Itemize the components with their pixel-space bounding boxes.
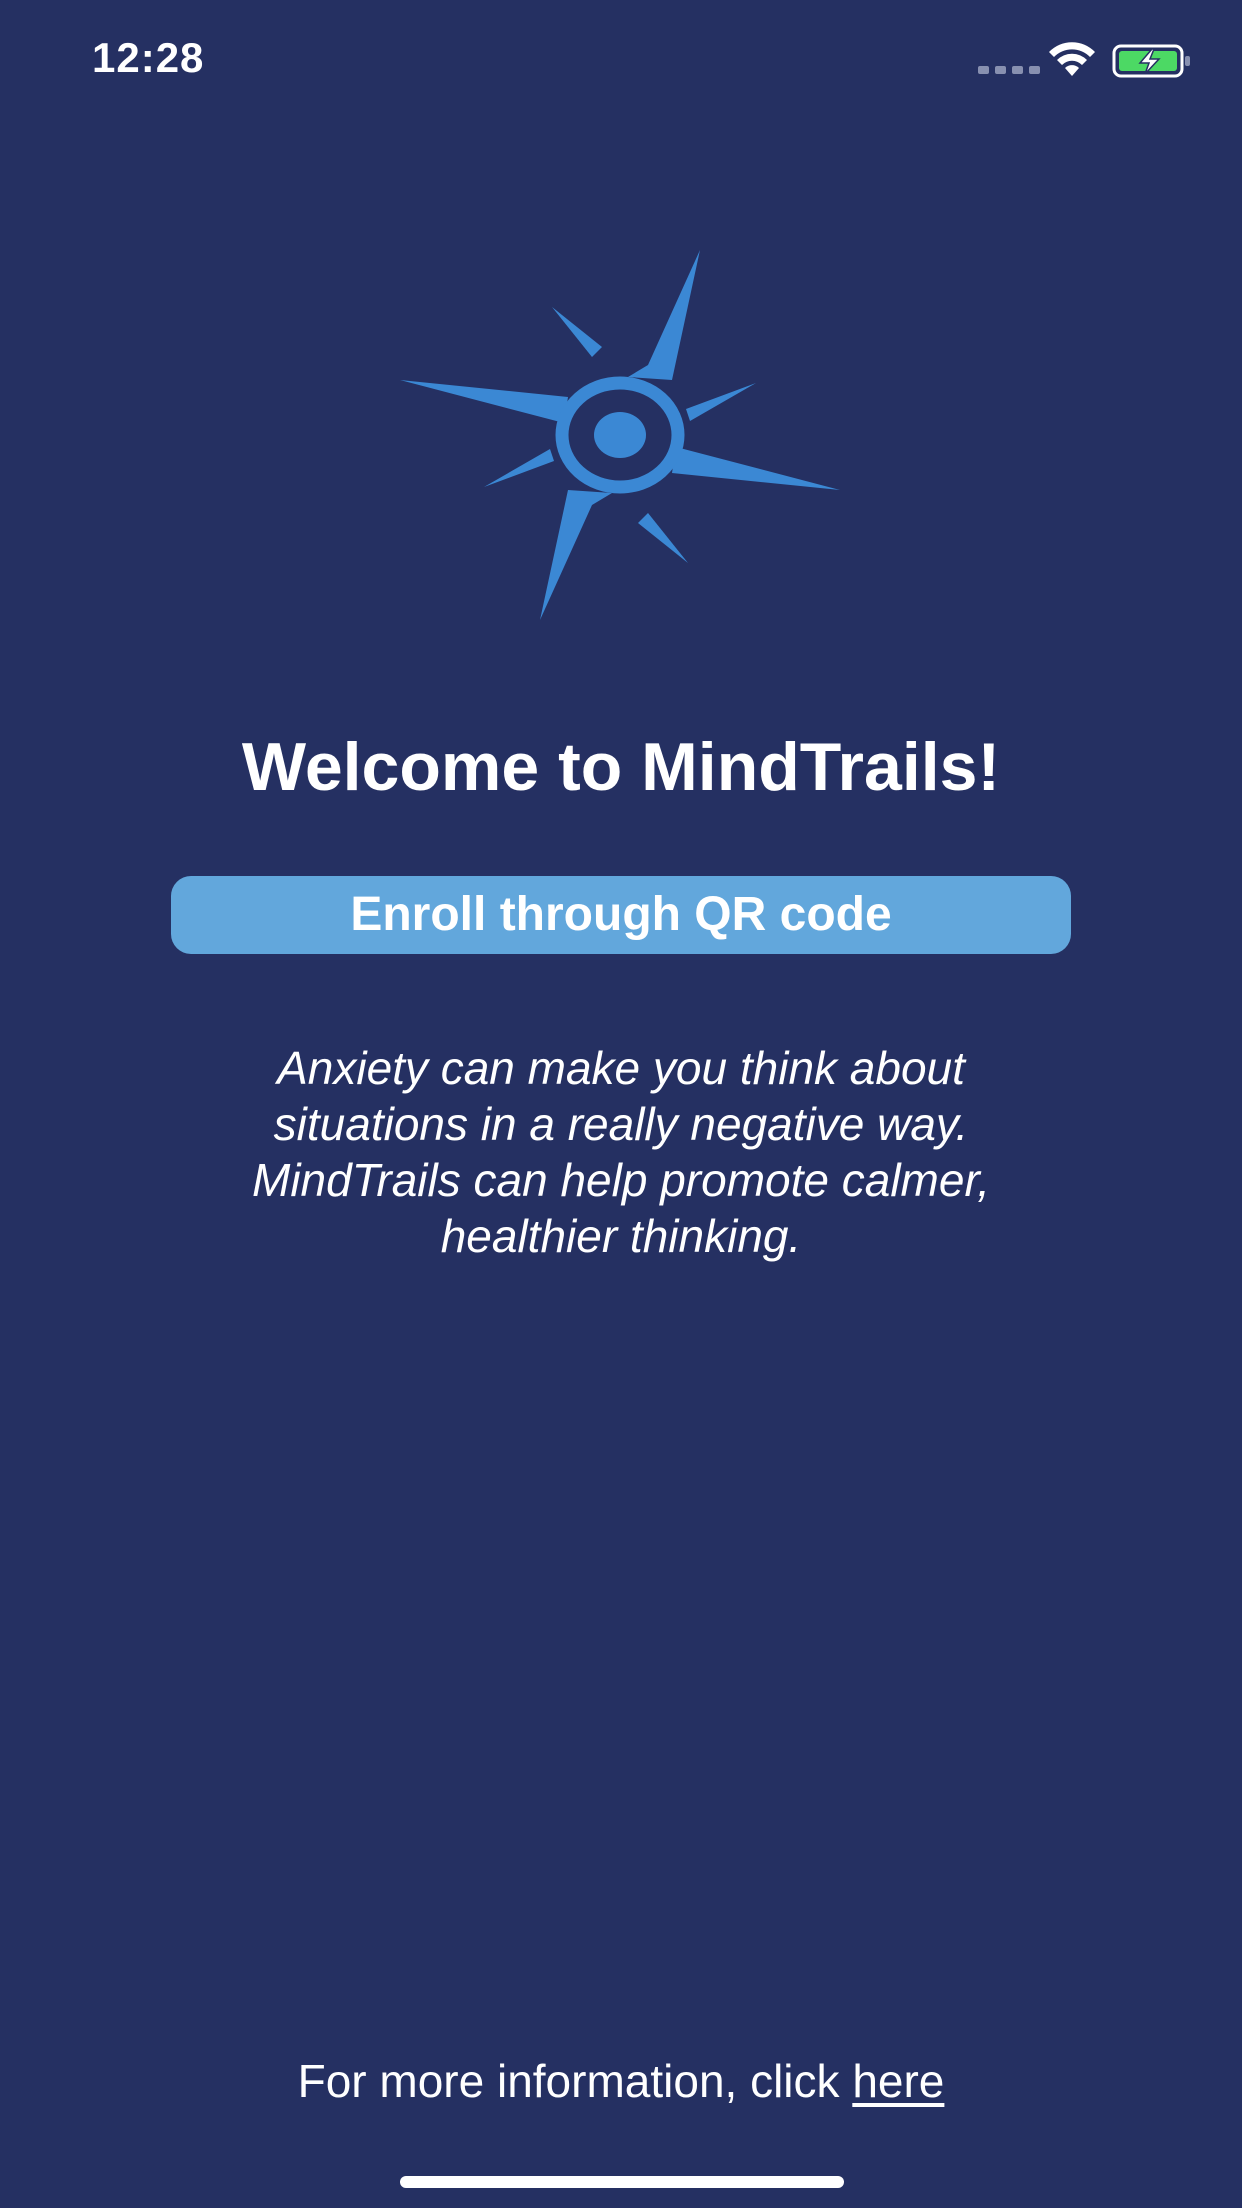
intro-description: Anxiety can make you think about situati… (100, 1040, 1142, 1264)
status-bar: 12:28 (0, 0, 1242, 120)
welcome-screen: 12:28 Welcome to MindTrails! Enroll thro… (0, 0, 1242, 2208)
compass-star-logo (400, 250, 840, 620)
battery-charging-icon (1112, 44, 1190, 78)
more-info-link[interactable]: here (852, 2055, 944, 2107)
description-line: healthier thinking. (440, 1210, 802, 1262)
home-indicator[interactable] (400, 2176, 844, 2188)
enroll-qr-button[interactable]: Enroll through QR code (171, 876, 1071, 954)
more-info-prefix: For more information, click (297, 2055, 853, 2107)
status-time: 12:28 (92, 34, 205, 81)
more-info-text: For more information, click here (0, 2054, 1242, 2108)
description-line: situations in a really negative way. (273, 1098, 969, 1150)
cellular-signal-icon (978, 66, 1040, 74)
wifi-icon (1049, 42, 1095, 76)
description-line: MindTrails can help promote calmer, (252, 1154, 990, 1206)
welcome-title: Welcome to MindTrails! (241, 729, 1001, 805)
description-line: Anxiety can make you think about (277, 1042, 965, 1094)
